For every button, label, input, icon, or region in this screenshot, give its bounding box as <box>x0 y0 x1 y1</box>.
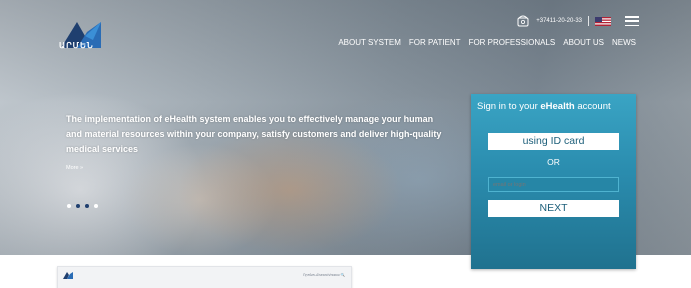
us-flag-icon[interactable] <box>595 16 611 26</box>
more-link[interactable]: More » <box>66 165 83 171</box>
divider <box>588 16 589 26</box>
nav-about-system[interactable]: ABOUT SYSTEM <box>338 38 401 47</box>
main-nav: ABOUT SYSTEM FOR PATIENT FOR PROFESSIONA… <box>338 38 636 47</box>
login-title-brand: eHealth <box>540 101 575 112</box>
preview-card: Որոնում/search/поиск 🔍 <box>57 266 352 288</box>
phone-icon <box>517 15 529 27</box>
logo-icon[interactable] <box>57 18 111 60</box>
login-title: Sign in to your eHealth account <box>477 101 611 112</box>
preview-search[interactable]: Որոնում/search/поиск 🔍 <box>303 273 345 277</box>
slider-dots <box>67 204 98 208</box>
id-card-button[interactable]: using ID card <box>488 133 619 150</box>
hamburger-menu-icon[interactable] <box>625 16 639 26</box>
slider-dot-4[interactable] <box>94 204 98 208</box>
next-button[interactable]: NEXT <box>488 200 619 217</box>
nav-about-us[interactable]: ABOUT US <box>563 38 604 47</box>
search-icon: 🔍 <box>340 273 345 277</box>
preview-logo-icon <box>63 272 73 279</box>
slider-dot-1[interactable] <box>67 204 71 208</box>
nav-for-professionals[interactable]: FOR PROFESSIONALS <box>469 38 556 47</box>
login-title-suffix: account <box>574 101 611 112</box>
login-panel: Sign in to your eHealth account using ID… <box>471 94 636 269</box>
slider-dot-2[interactable] <box>76 204 80 208</box>
email-input[interactable] <box>488 177 619 192</box>
nav-for-patient[interactable]: FOR PATIENT <box>409 38 461 47</box>
or-separator: OR <box>547 157 560 167</box>
nav-news[interactable]: NEWS <box>612 38 636 47</box>
login-title-prefix: Sign in to your <box>477 101 541 112</box>
logo-text: ԱՐՄԵՆ <box>59 41 94 50</box>
phone-number[interactable]: +37411-20-20-33 <box>536 18 582 24</box>
top-bar: +37411-20-20-33 <box>516 14 639 28</box>
preview-search-text: Որոնում/search/поиск <box>302 273 340 277</box>
hero-headline: The implementation of eHealth system ena… <box>66 114 442 154</box>
slider-dot-3[interactable] <box>85 204 89 208</box>
